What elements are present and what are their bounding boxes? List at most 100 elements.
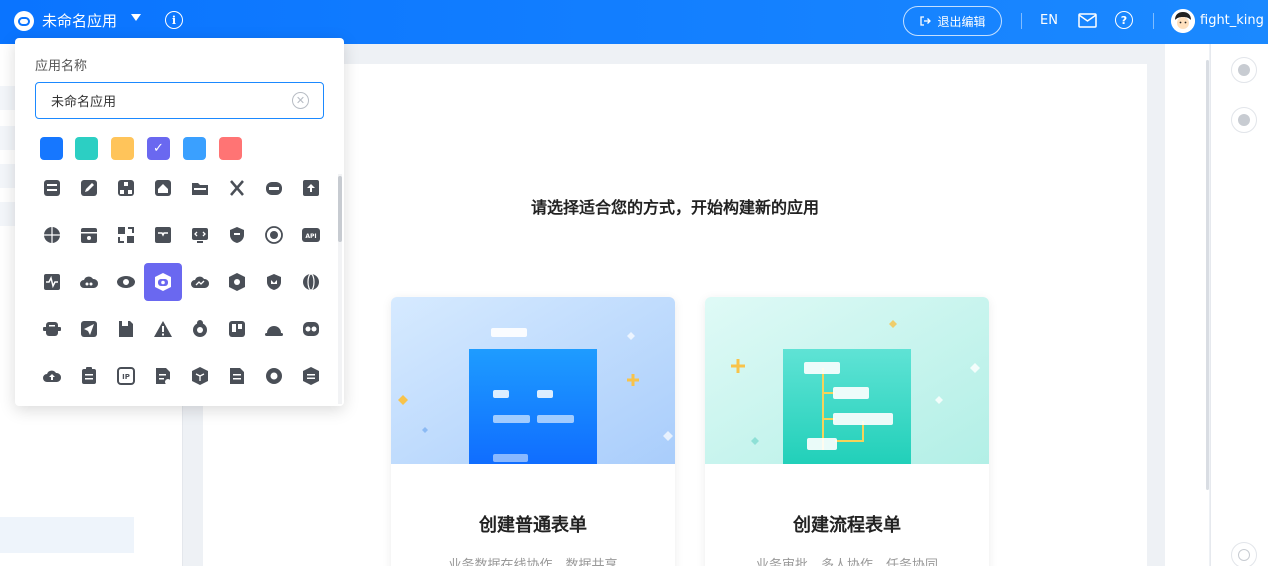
robot-mask-icon <box>266 182 282 195</box>
username[interactable]: fight_king <box>1200 12 1264 30</box>
scrollbar[interactable] <box>1206 60 1209 490</box>
icon-option[interactable] <box>33 263 71 301</box>
info-icon[interactable]: i <box>165 11 183 29</box>
icon-option[interactable] <box>70 263 108 301</box>
shield-icon[interactable] <box>1231 107 1257 133</box>
hex-list-icon <box>303 367 319 385</box>
app-name-input[interactable] <box>35 82 324 119</box>
hex-eye-icon <box>229 273 245 291</box>
check-icon: ✓ <box>153 141 164 156</box>
icon-option[interactable] <box>255 216 293 254</box>
icon-option[interactable] <box>33 169 71 207</box>
app-name[interactable]: 未命名应用 <box>42 11 117 31</box>
utensils-icon <box>230 180 244 196</box>
icon-option[interactable] <box>181 169 219 207</box>
save-icon <box>119 321 133 337</box>
color-swatch-sky[interactable] <box>183 137 206 160</box>
icon-option[interactable] <box>181 357 219 395</box>
app-logo-icon[interactable] <box>14 11 34 31</box>
color-swatch-purple[interactable]: ✓ <box>147 137 170 160</box>
icon-option[interactable] <box>107 310 145 348</box>
warning-icon <box>154 321 172 337</box>
code-monitor-icon <box>192 228 208 243</box>
icon-option[interactable] <box>144 357 182 395</box>
archive-box-icon <box>81 228 97 243</box>
divider <box>1021 13 1022 29</box>
create-normal-form-card[interactable]: 创建普通表单 业务数据在线协作，数据共享 <box>391 297 675 566</box>
icon-option[interactable] <box>107 216 145 254</box>
color-swatch-yellow[interactable] <box>111 137 134 160</box>
card-description: 业务数据在线协作，数据共享 <box>448 558 618 566</box>
icon-option[interactable] <box>70 169 108 207</box>
create-workflow-form-card[interactable]: 创建流程表单 业务审批，多人协作，任务协同 <box>705 297 989 566</box>
assistant-icon[interactable] <box>1231 542 1257 566</box>
shield-badge-icon <box>267 274 281 290</box>
lifebuoy-icon <box>266 368 282 384</box>
scrollbar-thumb[interactable] <box>338 176 342 242</box>
icon-option[interactable] <box>144 310 182 348</box>
exit-edit-label: 退出编辑 <box>937 14 986 29</box>
avatar[interactable] <box>1171 9 1195 33</box>
icon-option[interactable] <box>144 169 182 207</box>
mask-icon <box>303 322 319 336</box>
shield-icon <box>230 227 244 243</box>
list-item[interactable] <box>0 517 134 553</box>
icon-option[interactable] <box>144 216 182 254</box>
icon-option[interactable] <box>218 216 256 254</box>
icon-option[interactable] <box>70 216 108 254</box>
icon-option[interactable] <box>107 169 145 207</box>
icon-option[interactable] <box>218 310 256 348</box>
icon-option[interactable] <box>255 169 293 207</box>
right-panel <box>1165 44 1209 566</box>
icon-option[interactable] <box>292 357 330 395</box>
color-swatch-red[interactable] <box>219 137 242 160</box>
icon-option[interactable] <box>33 310 71 348</box>
chevron-down-icon[interactable] <box>131 14 141 21</box>
workflow-illustration <box>705 297 989 464</box>
icon-option[interactable] <box>33 216 71 254</box>
icon-option[interactable] <box>70 357 108 395</box>
icon-option[interactable] <box>292 169 330 207</box>
language-switch[interactable]: EN <box>1040 12 1058 30</box>
icon-option[interactable] <box>255 357 293 395</box>
icon-option[interactable]: API <box>292 216 330 254</box>
help-icon[interactable]: ? <box>1115 11 1133 29</box>
page-title: 请选择适合您的方式，开始构建新的应用 <box>530 198 819 217</box>
icon-option[interactable] <box>181 216 219 254</box>
settings-icon[interactable] <box>1231 57 1257 83</box>
color-swatch-teal[interactable] <box>75 137 98 160</box>
cloud-link-icon <box>80 276 99 288</box>
icon-option[interactable] <box>181 263 219 301</box>
icon-option[interactable] <box>33 357 71 395</box>
folder-icon <box>192 183 208 195</box>
eye-icon <box>117 276 135 288</box>
icon-option[interactable] <box>255 263 293 301</box>
icon-option[interactable] <box>255 310 293 348</box>
icon-option[interactable] <box>144 263 182 301</box>
card-title: 创建流程表单 <box>793 515 901 536</box>
api-icon: API <box>302 228 320 242</box>
house-icon <box>155 180 171 196</box>
pulse-icon <box>44 274 60 290</box>
clear-icon[interactable]: ✕ <box>292 92 309 109</box>
icon-option[interactable] <box>107 263 145 301</box>
cloud-chart-icon <box>191 276 210 288</box>
icon-option[interactable] <box>181 310 219 348</box>
icon-option[interactable]: IP <box>107 357 145 395</box>
icon-option[interactable] <box>70 310 108 348</box>
scan-icon <box>118 227 134 243</box>
color-swatch-blue[interactable] <box>40 137 63 160</box>
kanban-icon <box>229 321 245 337</box>
team-icon <box>193 320 207 337</box>
app-name-label: 应用名称 <box>35 59 88 74</box>
svg-text:API: API <box>305 233 316 240</box>
icon-option[interactable] <box>218 263 256 301</box>
icon-option[interactable] <box>218 357 256 395</box>
exit-edit-button[interactable]: 退出编辑 <box>903 6 1002 36</box>
icon-option[interactable] <box>292 310 330 348</box>
divider <box>1153 13 1154 29</box>
mail-icon[interactable] <box>1078 13 1097 28</box>
orbit-icon <box>265 226 283 244</box>
icon-option[interactable] <box>292 263 330 301</box>
icon-option[interactable] <box>218 169 256 207</box>
